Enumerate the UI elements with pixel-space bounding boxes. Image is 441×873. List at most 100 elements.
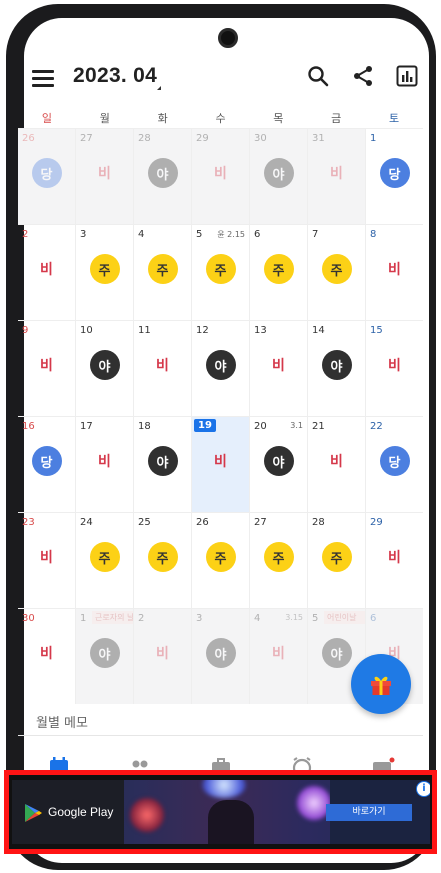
holiday-label: 근로자의 날: [92, 611, 133, 624]
shift-badge: 야: [263, 158, 294, 188]
calendar-day[interactable]: 4주: [134, 225, 192, 320]
calendar-day[interactable]: 9비: [18, 321, 76, 416]
calendar-day[interactable]: 3주: [76, 225, 134, 320]
shift-badge: 비: [330, 166, 343, 182]
day-number: 2: [22, 229, 29, 240]
shift-badge: 비: [156, 358, 169, 374]
day-number: 6: [254, 229, 261, 240]
calendar-day[interactable]: 15 비: [366, 321, 423, 416]
calendar-day[interactable]: 30 비: [18, 609, 76, 704]
statistics-icon[interactable]: [395, 64, 421, 90]
day-number: 18: [138, 421, 151, 432]
calendar-day[interactable]: 18 야: [134, 417, 192, 512]
calendar-day[interactable]: 3야: [192, 609, 250, 704]
calendar-day[interactable]: 6주: [250, 225, 308, 320]
google-play-badge[interactable]: Google Play: [12, 780, 124, 844]
calendar-day[interactable]: 1 근로자의 날야: [76, 609, 134, 704]
day-number: 28: [312, 517, 325, 528]
day-number: 26: [22, 133, 35, 144]
day-number: 23: [22, 517, 35, 528]
calendar-day[interactable]: 20 3.1 야: [250, 417, 308, 512]
calendar-day[interactable]: 28 주: [308, 513, 366, 608]
weekday-sat: 토: [389, 112, 400, 125]
calendar-day[interactable]: 26 주: [192, 513, 250, 608]
calendar-day[interactable]: 25 주: [134, 513, 192, 608]
calendar-day[interactable]: 30 야: [250, 129, 308, 224]
calendar-day[interactable]: 2비: [18, 225, 76, 320]
month-dropdown-caret-icon[interactable]: [157, 86, 161, 90]
monthly-memo-label[interactable]: 월별 메모: [36, 712, 88, 731]
calendar-day[interactable]: 1당: [366, 129, 423, 224]
calendar-day[interactable]: 12 야: [192, 321, 250, 416]
calendar-day[interactable]: 11 비: [134, 321, 192, 416]
shift-badge: 비: [40, 358, 53, 374]
calendar-day[interactable]: 24 주: [76, 513, 134, 608]
front-camera: [218, 28, 238, 48]
calendar-day[interactable]: 7주: [308, 225, 366, 320]
day-number: 2: [138, 613, 145, 624]
ad-art-figure: [208, 800, 254, 844]
day-number: 4: [138, 229, 145, 240]
shift-badge: 당: [31, 446, 62, 476]
day-number: 26: [196, 517, 209, 528]
lunar-date-note: 3.1: [290, 421, 303, 430]
calendar-day[interactable]: 17 비: [76, 417, 134, 512]
day-number: 21: [312, 421, 325, 432]
calendar-day[interactable]: 27 주: [250, 513, 308, 608]
day-number: 7: [312, 229, 319, 240]
lunar-date-note: 윤 2.15: [217, 230, 245, 239]
day-number: 29: [370, 517, 383, 528]
calendar-day[interactable]: 28 야: [134, 129, 192, 224]
shift-badge: 주: [263, 542, 294, 572]
google-play-label: Google Play: [48, 805, 114, 819]
calendar-day[interactable]: 4 3.15 비: [250, 609, 308, 704]
calendar-day[interactable]: 22 당: [366, 417, 423, 512]
shift-badge: 주: [321, 542, 352, 572]
shift-badge: 야: [147, 158, 178, 188]
share-icon[interactable]: [351, 64, 377, 90]
month-title[interactable]: 2023. 04: [73, 64, 157, 88]
calendar-day[interactable]: 5 윤 2.15 주: [192, 225, 250, 320]
calendar-day[interactable]: 8비: [366, 225, 423, 320]
shift-badge: 비: [388, 550, 401, 566]
shift-badge: 비: [272, 646, 285, 662]
calendar-day[interactable]: 14 야: [308, 321, 366, 416]
calendar-day[interactable]: 16 당: [18, 417, 76, 512]
gift-icon: [371, 676, 391, 695]
shift-badge: 비: [98, 454, 111, 470]
calendar-week-row: 2비3주4주5윤 2.15 주 6 주 7 주 8 비: [18, 224, 423, 320]
day-number: 30: [22, 613, 35, 624]
ad-info-icon[interactable]: i: [416, 781, 430, 797]
ad-banner[interactable]: Google Play 바로가기 i: [12, 780, 430, 844]
calendar-day[interactable]: 23 비: [18, 513, 76, 608]
calendar-day[interactable]: 31 비: [308, 129, 366, 224]
calendar-day[interactable]: 2비: [134, 609, 192, 704]
weekday-thu: 목: [273, 112, 284, 125]
calendar-day[interactable]: 26 당: [18, 129, 76, 224]
day-number: 3: [80, 229, 87, 240]
calendar-day-today[interactable]: 19 비: [192, 417, 250, 512]
day-number: 29: [196, 133, 209, 144]
day-number: 9: [22, 325, 29, 336]
shift-badge: 야: [321, 638, 352, 668]
menu-icon[interactable]: [32, 70, 54, 87]
calendar-day[interactable]: 29 비: [366, 513, 423, 608]
calendar-day[interactable]: 29 비: [192, 129, 250, 224]
shift-badge: 야: [89, 350, 120, 380]
day-number: 16: [22, 421, 35, 432]
shift-badge: 주: [147, 254, 178, 284]
day-number: 6: [370, 613, 377, 624]
day-number: 5: [312, 613, 319, 624]
gift-button[interactable]: [351, 654, 411, 714]
shift-badge: 당: [379, 446, 410, 476]
calendar-day[interactable]: 21 비: [308, 417, 366, 512]
ad-cta-button[interactable]: 바로가기: [326, 804, 412, 821]
calendar-week-row: 23 비 24 주 25 주 26 주 27 주 28 주 29 비: [18, 512, 423, 608]
search-icon[interactable]: [306, 64, 332, 90]
calendar-day[interactable]: 13 비: [250, 321, 308, 416]
shift-badge: 야: [89, 638, 120, 668]
day-number: 27: [80, 133, 93, 144]
calendar-week-row: 26 당 27 비 28 야 29 비 30 야 31 비 1 당: [18, 128, 423, 224]
calendar-day[interactable]: 10 야: [76, 321, 134, 416]
calendar-day[interactable]: 27 비: [76, 129, 134, 224]
